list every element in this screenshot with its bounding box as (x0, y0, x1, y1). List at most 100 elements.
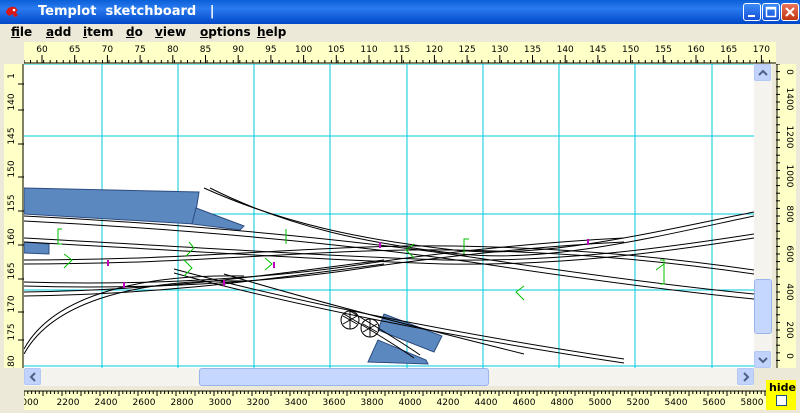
vertical-scrollbar[interactable] (754, 64, 772, 368)
hide-checkbox[interactable] (776, 395, 787, 406)
right-ruler-label: 0 (784, 69, 794, 75)
left-ruler[interactable]: 1 140 145 150 155 160 165 170 175 180 (4, 64, 24, 368)
menu-bar: file add item do view options help (0, 24, 800, 42)
menu-item[interactable]: item (83, 25, 114, 39)
top-ruler-label: 85 (200, 45, 211, 55)
right-ruler[interactable]: 0 1400 1200 1000 800 600 400 200 0 (776, 64, 796, 368)
platform-shape[interactable] (24, 187, 200, 225)
top-ruler-label: 130 (491, 45, 508, 55)
top-ruler-label: 75 (134, 45, 145, 55)
bottom-ruler-label: 3400 (285, 398, 308, 408)
menu-options[interactable]: options (200, 25, 251, 39)
left-ruler-ticks: 1 140 145 150 155 160 165 170 175 180 (7, 64, 24, 368)
bottom-ruler-label: 5000 (589, 398, 612, 408)
platform-ramp-shape[interactable] (191, 207, 245, 231)
top-ruler[interactable]: 60 65 70 75 80 85 90 95 100 105 110 115 120 125 130 135… (24, 42, 776, 64)
top-ruler-label: 95 (265, 45, 276, 55)
left-ruler-label: 170 (7, 295, 17, 312)
top-ruler-label: 80 (167, 45, 179, 55)
bottom-ruler-label: 3800 (361, 398, 384, 408)
left-ruler-label: 165 (7, 262, 17, 279)
right-ruler-label: 1400 (784, 88, 794, 111)
right-ruler-label: 0 (784, 353, 794, 359)
top-ruler-label: 105 (328, 45, 345, 55)
minimize-icon (748, 15, 755, 17)
top-ruler-label: 150 (622, 45, 639, 55)
bottom-ruler-label: 5400 (665, 398, 688, 408)
title-bar: Templot sketchboard | (0, 0, 800, 24)
left-ruler-label: 155 (7, 194, 17, 211)
menu-view[interactable]: view (155, 25, 186, 39)
right-ruler-label: 1200 (784, 126, 794, 149)
horizontal-scrollbar[interactable] (24, 368, 754, 386)
bottom-ruler-label: 5600 (703, 398, 726, 408)
close-button[interactable] (781, 3, 799, 21)
scroll-down-button[interactable] (754, 351, 771, 368)
bottom-ruler[interactable]: 000 2200 2400 2600 2800 3000 3200 3400 3600 3800 4… (24, 390, 766, 410)
bottom-ruler-label: 4600 (513, 398, 536, 408)
bottom-ruler-label: 5800 (741, 398, 764, 408)
top-ruler-label: 120 (426, 45, 443, 55)
bottom-ruler-label: 4800 (551, 398, 574, 408)
hide-label: hide (769, 381, 796, 394)
right-ruler-label: 400 (784, 283, 794, 300)
top-ruler-ticks: 60 65 70 75 80 85 90 95 100 105 110 115 120 125 130 135… (24, 45, 776, 64)
scroll-up-button[interactable] (754, 64, 771, 81)
maximize-button[interactable] (762, 3, 780, 21)
close-icon (785, 7, 795, 17)
bottom-ruler-label: 3600 (323, 398, 346, 408)
sketchboard-canvas[interactable] (24, 64, 754, 368)
bottom-ruler-label: 2200 (57, 398, 80, 408)
menu-file[interactable]: file (11, 25, 32, 39)
top-ruler-label: 115 (393, 45, 410, 55)
buffer-shape[interactable] (24, 241, 50, 255)
hide-panel[interactable]: hide (766, 380, 796, 410)
window-title: Templot sketchboard | (38, 4, 215, 19)
left-ruler-label: 140 (7, 93, 17, 110)
right-ruler-ticks: 0 1400 1200 1000 800 600 400 200 0 (776, 64, 794, 368)
maximize-icon (765, 6, 777, 18)
top-ruler-label: 60 (36, 45, 48, 55)
menu-do[interactable]: do (126, 25, 143, 39)
chevron-left-icon (29, 372, 36, 382)
bottom-ruler-label: 3000 (209, 398, 232, 408)
right-ruler-label: 1000 (784, 165, 794, 188)
bottom-ruler-label: 4400 (475, 398, 498, 408)
bottom-ruler-label: 000 (24, 398, 39, 408)
bottom-ruler-label: 4000 (399, 398, 422, 408)
templot-app-icon[interactable] (4, 4, 20, 20)
bottom-ruler-label: 2400 (95, 398, 118, 408)
top-ruler-label: 90 (232, 45, 244, 55)
chevron-right-icon (743, 372, 750, 382)
menu-add[interactable]: add (46, 25, 71, 39)
top-ruler-label: 140 (557, 45, 574, 55)
bottom-ruler-ticks: 000 2200 2400 2600 2800 3000 3200 3400 3600 3800 4… (24, 390, 766, 408)
bottom-ruler-label: 3200 (247, 398, 270, 408)
top-ruler-label: 135 (524, 45, 541, 55)
menu-help[interactable]: help (257, 25, 286, 39)
top-ruler-label: 155 (655, 45, 672, 55)
right-ruler-label: 800 (784, 205, 794, 222)
horizontal-scroll-thumb[interactable] (199, 368, 489, 386)
bottom-ruler-label: 5200 (627, 398, 650, 408)
top-ruler-label: 70 (102, 45, 114, 55)
top-ruler-label: 145 (589, 45, 606, 55)
vertical-scroll-thumb[interactable] (754, 279, 772, 334)
left-ruler-label: 160 (7, 228, 17, 245)
top-ruler-label: 165 (720, 45, 737, 55)
top-ruler-label: 125 (459, 45, 476, 55)
scroll-left-button[interactable] (24, 368, 41, 385)
chevron-up-icon (758, 69, 768, 76)
top-ruler-label: 100 (295, 45, 312, 55)
chevron-down-icon (758, 357, 768, 364)
left-ruler-label: 150 (7, 160, 17, 177)
left-ruler-label: 175 (7, 323, 17, 340)
left-ruler-label: 145 (7, 127, 17, 144)
minimize-button[interactable] (743, 3, 761, 21)
scroll-right-button[interactable] (737, 368, 754, 385)
bottom-ruler-label: 4200 (437, 398, 460, 408)
bottom-ruler-label: 2600 (133, 398, 156, 408)
top-ruler-label: 160 (687, 45, 704, 55)
top-ruler-label: 65 (69, 45, 80, 55)
top-ruler-label: 110 (360, 45, 377, 55)
